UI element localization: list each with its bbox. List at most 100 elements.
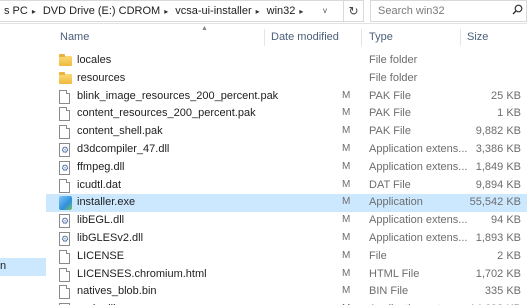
chevron-right-icon[interactable]: ▸ [30, 7, 39, 16]
breadcrumb[interactable]: s PC ▸ DVD Drive (E:) CDROM ▸ vcsa-ui-in… [0, 0, 344, 22]
address-bar: s PC ▸ DVD Drive (E:) CDROM ▸ vcsa-ui-in… [0, 0, 527, 24]
file-type: File folder [369, 71, 418, 84]
chevron-down-icon[interactable]: v [319, 4, 331, 18]
file-name: locales [77, 54, 112, 66]
file-name: blink_image_resources_200_percent.pak [77, 89, 279, 102]
file-date-modified: M [342, 214, 351, 226]
file-row[interactable]: locales File folder [46, 52, 527, 70]
breadcrumb-this-pc[interactable]: s PC [0, 5, 30, 17]
file-row[interactable]: resources File folder [46, 70, 527, 88]
navigation-pane: n [0, 24, 46, 305]
sort-ascending-icon: ▲ [201, 25, 208, 32]
file-list: locales File folder resources File folder bl… [46, 52, 527, 305]
file-row[interactable]: LICENSE M File 2 KB [46, 248, 527, 266]
file-type: BIN File [369, 285, 409, 298]
file-icon [59, 178, 70, 193]
file-row[interactable]: natives_blob.bin M BIN File 335 KB [46, 283, 527, 301]
file-row[interactable]: libGLESv2.dll M Application extens... 1,893… [46, 230, 527, 248]
file-size: 9,882 KB [475, 125, 521, 138]
file-name: ffmpeg.dll [77, 160, 125, 173]
file-row[interactable]: LICENSES.chromium.html M HTML File 1,702 KB [46, 266, 527, 284]
file-name: resources [77, 71, 126, 84]
file-type: File [369, 249, 387, 262]
file-type: Application extens... [369, 214, 468, 227]
column-header-name[interactable]: Name [60, 31, 89, 43]
file-icon [59, 267, 70, 282]
refresh-icon[interactable]: ↻ [344, 0, 364, 22]
file-size: 3,386 KB [475, 142, 521, 155]
search-icon[interactable] [508, 4, 526, 18]
column-divider[interactable] [460, 29, 461, 46]
file-size: 1,849 KB [475, 160, 521, 173]
file-name: LICENSE [77, 249, 125, 262]
chevron-right-icon[interactable]: ▸ [162, 7, 171, 16]
search-input[interactable]: Search win32 [371, 5, 508, 17]
column-header-date[interactable]: Date modified [271, 31, 339, 43]
file-date-modified: M [342, 107, 351, 119]
file-row[interactable]: blink_image_resources_200_percent.pak M PA… [46, 88, 527, 106]
file-date-modified: M [342, 285, 351, 297]
file-row[interactable]: node.dllMApplication extens...14,693 KB [46, 301, 527, 305]
column-header-size[interactable]: Size [467, 31, 488, 43]
file-date-modified: M [342, 231, 351, 243]
file-icon [59, 249, 70, 264]
file-name: content_shell.pak [77, 125, 163, 138]
file-name: installer.exe [77, 196, 136, 209]
chevron-right-icon[interactable]: ▸ [297, 7, 306, 16]
file-date-modified: M [342, 267, 351, 279]
file-size: 1 KB [497, 107, 521, 120]
file-row[interactable]: icudtl.dat M DAT File 9,894 KB [46, 177, 527, 195]
file-type: PAK File [369, 125, 411, 138]
file-size: 335 KB [484, 285, 521, 298]
file-size: 55,542 KB [469, 196, 521, 209]
column-divider[interactable] [264, 29, 265, 46]
file-name: LICENSES.chromium.html [77, 267, 207, 280]
exe-icon [59, 196, 72, 211]
file-type: Application [369, 196, 423, 209]
file-name: icudtl.dat [77, 178, 122, 191]
file-name: libEGL.dll [77, 214, 125, 227]
file-row[interactable]: ffmpeg.dll M Application extens... 1,849 KB [46, 159, 527, 177]
column-header-type[interactable]: Type [369, 31, 393, 43]
file-row[interactable]: d3dcompiler_47.dll M Application extens...… [46, 141, 527, 159]
file-type: DAT File [369, 178, 411, 191]
file-type: PAK File [369, 107, 411, 120]
file-date-modified: M [342, 160, 351, 172]
dll-icon [59, 214, 70, 229]
breadcrumb-win32[interactable]: win32 [263, 5, 298, 17]
file-date-modified: M [342, 249, 351, 261]
file-size: 1,893 KB [475, 231, 521, 244]
file-date-modified: M [342, 142, 351, 154]
breadcrumb-vcsa-ui-installer[interactable]: vcsa-ui-installer [171, 5, 253, 17]
column-divider[interactable] [361, 29, 362, 46]
file-row[interactable]: content_shell.pak M PAK File 9,882 KB [46, 123, 527, 141]
file-icon [59, 125, 70, 140]
dll-icon [59, 160, 70, 175]
chevron-right-icon[interactable]: ▸ [254, 7, 263, 16]
file-row[interactable]: content_resources_200_percent.pak M PAK Fi… [46, 105, 527, 123]
nav-item-selected[interactable]: n [0, 258, 46, 276]
file-size: 9,894 KB [475, 178, 521, 191]
folder-icon [59, 71, 72, 84]
file-size: 94 KB [491, 214, 521, 227]
file-date-modified: M [342, 178, 351, 190]
search-icon-glyph [512, 4, 522, 15]
file-name: content_resources_200_percent.pak [77, 107, 256, 120]
dll-icon [59, 142, 70, 157]
column-headers: ▲ Name Date modified Type Size [46, 24, 527, 51]
file-size: 1,702 KB [475, 267, 521, 280]
file-type: File folder [369, 54, 418, 66]
file-type: HTML File [369, 267, 420, 280]
file-type: Application extens... [369, 160, 468, 173]
file-date-modified: M [342, 196, 351, 208]
search-box[interactable]: Search win32 [370, 0, 527, 22]
file-row[interactable]: installer.exe M Application 55,542 KB [46, 194, 527, 213]
file-row[interactable]: libEGL.dll M Application extens... 94 KB [46, 212, 527, 230]
file-type: Application extens... [369, 142, 468, 155]
breadcrumb-dvd-drive[interactable]: DVD Drive (E:) CDROM [39, 5, 162, 17]
file-icon [59, 89, 70, 104]
dll-icon [59, 231, 70, 246]
file-size: 25 KB [491, 89, 521, 102]
file-name: natives_blob.bin [77, 285, 157, 298]
nav-item-label: n [0, 260, 7, 272]
